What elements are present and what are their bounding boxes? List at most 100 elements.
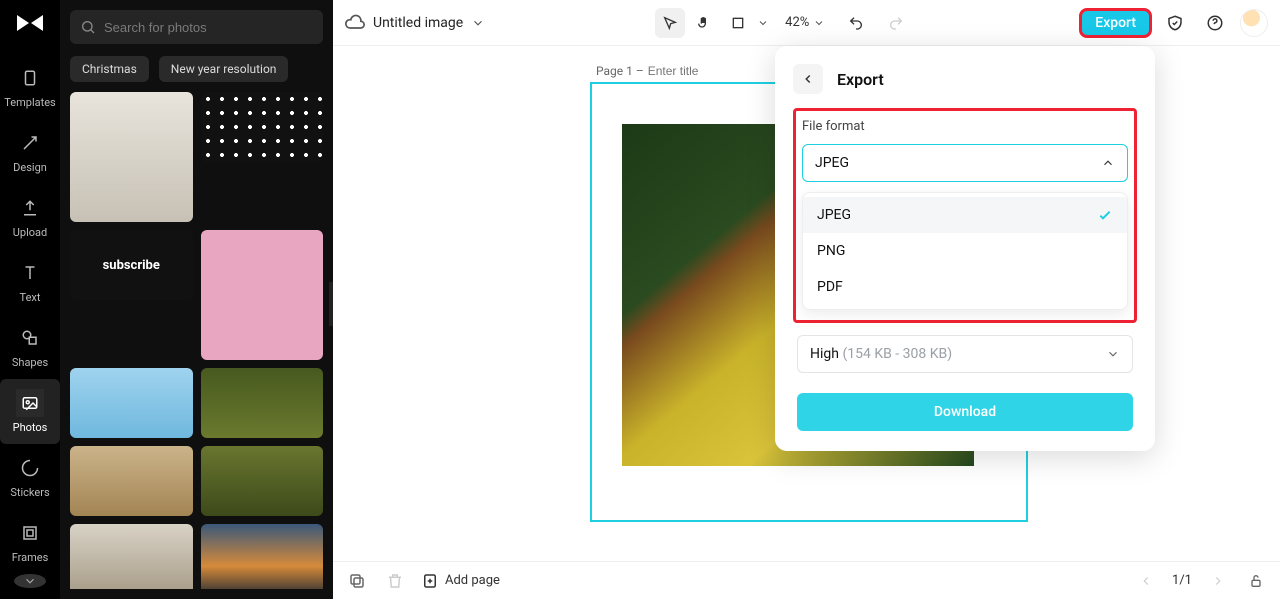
nav-templates[interactable]: Templates [0, 54, 60, 119]
format-option-label: PNG [817, 243, 845, 259]
page-title-input[interactable] [648, 64, 718, 78]
quality-select[interactable]: High (154 KB - 308 KB) [797, 335, 1133, 373]
export-button[interactable]: Export [1081, 10, 1150, 36]
nav-label: Templates [4, 96, 55, 109]
download-button[interactable]: Download [797, 393, 1133, 431]
add-page-label: Add page [445, 573, 500, 588]
stickers-icon [21, 459, 39, 477]
app-logo[interactable] [14, 12, 46, 34]
export-back-button[interactable] [793, 64, 823, 94]
text-icon [21, 264, 39, 282]
format-option-pdf[interactable]: PDF [803, 269, 1127, 305]
photo-thumb[interactable] [201, 92, 324, 162]
add-page-button[interactable]: Add page [421, 572, 500, 590]
nav-label: Text [20, 291, 41, 304]
shield-icon [1166, 14, 1184, 32]
page-index: Page 1 – [596, 64, 644, 78]
duplicate-page-button[interactable] [345, 569, 369, 593]
crop-tool[interactable] [723, 8, 753, 38]
chevron-down-icon [813, 17, 825, 29]
templates-icon [21, 69, 39, 87]
quality-section: High (154 KB - 308 KB) [797, 335, 1133, 373]
photos-icon [21, 394, 39, 412]
user-avatar[interactable] [1240, 9, 1268, 37]
photos-grid: subscribe [70, 92, 323, 589]
photo-thumb[interactable] [201, 368, 324, 438]
capcut-logo-icon [15, 12, 45, 34]
nav-photos[interactable]: Photos [0, 379, 60, 444]
zoom-value: 42% [785, 15, 809, 30]
nav-design[interactable]: Design [0, 119, 60, 184]
select-tool[interactable] [655, 8, 685, 38]
zoom-control[interactable]: 42% [785, 15, 825, 30]
chevron-down-icon [471, 16, 485, 30]
redo-button[interactable] [881, 8, 911, 38]
photo-thumb[interactable] [70, 92, 193, 222]
trash-icon [386, 572, 404, 590]
doc-title[interactable]: Untitled image [345, 13, 485, 33]
doc-title-text: Untitled image [373, 15, 463, 31]
nav-label: Frames [12, 551, 49, 564]
nav-frames[interactable]: Frames [0, 509, 60, 574]
nav-label: Photos [13, 421, 48, 434]
export-popover: Export File format JPEG JPEG PNG PDF Hig… [775, 46, 1155, 451]
chevron-left-icon [801, 72, 815, 86]
undo-icon [848, 15, 864, 31]
cloud-icon [345, 13, 365, 33]
left-nav: Templates Design Upload Text Shapes Phot… [0, 0, 60, 599]
nav-label: Stickers [10, 486, 49, 499]
chip-new-year[interactable]: New year resolution [159, 56, 289, 82]
nav-stickers[interactable]: Stickers [0, 444, 60, 509]
lock-button[interactable] [1244, 569, 1268, 593]
page-label: Page 1 – [596, 64, 718, 78]
nav-more[interactable] [14, 574, 46, 588]
chevron-down-icon [1106, 347, 1120, 361]
redo-icon [888, 15, 904, 31]
file-format-value: JPEG [815, 155, 849, 171]
chevron-down-icon [23, 574, 37, 588]
search-icon [80, 19, 96, 35]
export-title: Export [837, 70, 884, 89]
chevron-down-icon [757, 17, 769, 29]
canvas-tools [655, 8, 769, 38]
nav-text[interactable]: Text [0, 249, 60, 314]
shield-button[interactable] [1160, 8, 1190, 38]
file-format-select[interactable]: JPEG [802, 144, 1128, 182]
photo-search-input[interactable] [104, 20, 313, 35]
chip-row: Christmas New year resolution [70, 56, 323, 82]
file-format-dropdown: JPEG PNG PDF [802, 192, 1128, 310]
undo-button[interactable] [841, 8, 871, 38]
photo-thumb[interactable] [201, 524, 324, 589]
photo-search[interactable] [70, 10, 323, 44]
help-button[interactable] [1200, 8, 1230, 38]
crop-icon [730, 15, 746, 31]
nav-upload[interactable]: Upload [0, 184, 60, 249]
photo-thumb[interactable] [201, 230, 324, 360]
topbar: Untitled image 42% Export [333, 0, 1280, 46]
format-option-jpeg[interactable]: JPEG [803, 197, 1127, 233]
shapes-icon [21, 329, 39, 347]
nav-label: Upload [13, 226, 47, 239]
format-option-png[interactable]: PNG [803, 233, 1127, 269]
upload-icon [21, 199, 39, 217]
photo-thumb[interactable] [201, 446, 324, 516]
format-option-label: PDF [817, 279, 843, 295]
nav-shapes[interactable]: Shapes [0, 314, 60, 379]
photo-thumb[interactable]: subscribe [70, 230, 193, 300]
prev-page-button [1134, 569, 1158, 593]
nav-label: Shapes [12, 356, 48, 369]
photo-thumb[interactable] [70, 446, 193, 516]
photo-thumb[interactable] [70, 524, 193, 589]
copy-icon [348, 572, 366, 590]
nav-label: Design [13, 161, 47, 174]
chevron-left-icon [1139, 574, 1153, 588]
chip-christmas[interactable]: Christmas [70, 56, 149, 82]
hand-tool[interactable] [689, 8, 719, 38]
photo-thumb[interactable] [70, 368, 193, 438]
file-format-section: File format JPEG JPEG PNG PDF [793, 108, 1137, 323]
lock-icon [1248, 573, 1264, 589]
quality-value: High [810, 346, 839, 362]
photos-panel: Christmas New year resolution subscribe [60, 0, 333, 599]
bottom-bar: Add page 1/1 [333, 561, 1280, 599]
chevron-up-icon [1101, 156, 1115, 170]
